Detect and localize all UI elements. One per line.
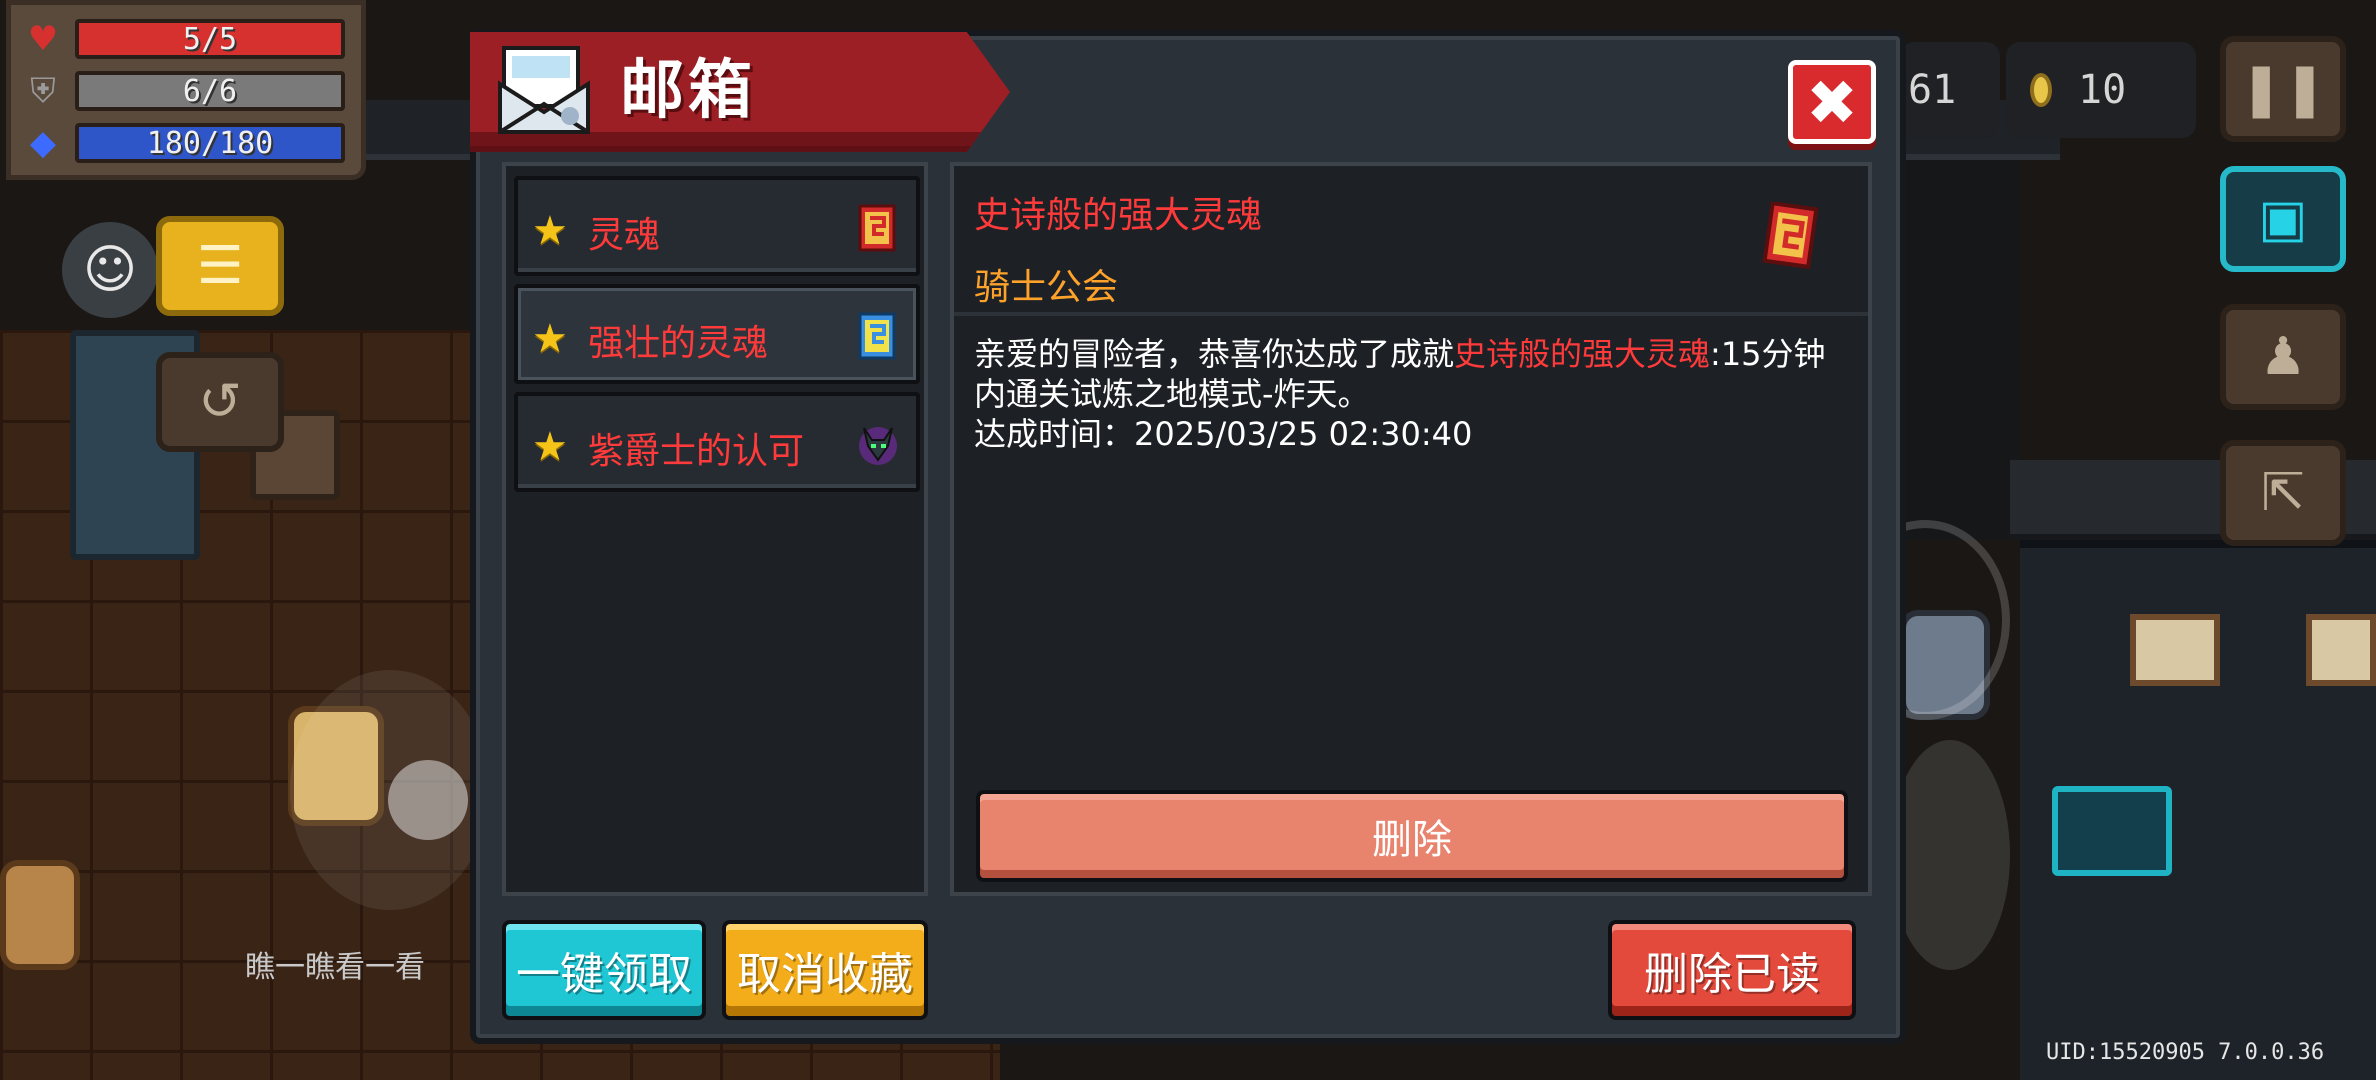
wall-certificate-frame-2 — [2306, 614, 2376, 686]
red-soul-card-icon — [1762, 202, 1819, 270]
mail-item-strong-soul[interactable]: ★ 强壮的灵魂 — [514, 284, 920, 384]
gem-counter: 61 — [1900, 42, 2000, 138]
star-icon: ★ — [532, 424, 568, 470]
player-stats-panel: ♥ 5/5 ⛨ 6/6 ◆ 180/180 — [6, 0, 366, 180]
mail-item-label: 强壮的灵魂 — [588, 323, 769, 364]
mail-detail-header: 史诗般的强大灵魂 骑士公会 — [954, 166, 1868, 316]
armor-text: 6/6 — [182, 73, 238, 109]
mail-list-panel[interactable]: ★ 灵魂 ★ 强壮的灵魂 ★ 紫爵士的认可 — [502, 162, 928, 896]
mail-body-text: 亲爱的冒险者，恭喜你达成了成就 — [974, 335, 1455, 373]
blue-soul-card-icon — [858, 312, 896, 360]
close-icon: ✖ — [1806, 65, 1858, 139]
mail-body-achievement: 史诗般的强大灵魂 — [1454, 335, 1711, 373]
map-icon: ☰ — [196, 236, 244, 296]
energy-row: ◆ 180/180 — [23, 117, 349, 169]
map-button[interactable]: ☰ — [156, 216, 284, 316]
armor-row: ⛨ 6/6 — [23, 65, 349, 117]
joystick-knob[interactable] — [388, 760, 468, 840]
energy-crystal-icon: ◆ — [29, 123, 57, 163]
hp-row: ♥ 5/5 — [23, 13, 349, 65]
close-button[interactable]: ✖ — [1788, 60, 1876, 144]
mail-envelope-icon — [498, 46, 590, 134]
uid-version-label: UID:15520905 7.0.0.36 — [2046, 1040, 2325, 1065]
profile-button[interactable]: ♟ — [2220, 304, 2346, 410]
mailbox-dialog: 邮箱 ✖ ★ 灵魂 ★ 强壮的灵魂 ★ 紫爵士的认可 史诗般的强大灵魂 骑士公会… — [470, 30, 1906, 1044]
person-icon: ♟ — [2259, 327, 2307, 387]
energy-bar: 180/180 — [75, 123, 345, 163]
delete-read-button[interactable]: 删除已读 — [1608, 920, 1856, 1020]
unfavorite-button[interactable]: 取消收藏 — [722, 920, 928, 1020]
doorway-shadow — [1900, 160, 2020, 540]
hint-text: 瞧一瞧看一看 — [245, 950, 425, 985]
mailbox-title-banner: 邮箱 — [470, 32, 1010, 152]
swap-icon: ↺ — [198, 372, 242, 432]
energy-text: 180/180 — [146, 125, 274, 161]
delete-button[interactable]: 删除 — [976, 790, 1848, 882]
mail-item-soul[interactable]: ★ 灵魂 — [514, 176, 920, 276]
dog-character — [0, 860, 80, 970]
coin-counter: 10 — [2006, 42, 2196, 138]
star-icon: ★ — [532, 316, 568, 362]
red-soul-card-icon — [858, 204, 896, 252]
stairs-button[interactable]: ⇱ — [2220, 440, 2346, 546]
hp-bar: 5/5 — [75, 19, 345, 59]
gamepad-icon: ▣ — [2258, 189, 2308, 249]
mail-achieved-time: 达成时间：2025/03/25 02:30:40 — [974, 415, 1473, 453]
claim-all-button[interactable]: 一键领取 — [502, 920, 706, 1020]
attack-button[interactable] — [1890, 740, 2010, 970]
mail-sender: 骑士公会 — [974, 267, 1119, 308]
purple-knight-helmet-icon — [859, 427, 897, 465]
mailbox-title: 邮箱 — [620, 54, 756, 128]
coin-count: 10 — [2078, 67, 2127, 113]
mail-detail-panel: 史诗般的强大灵魂 骑士公会 亲爱的冒险者，恭喜你达成了成就史诗般的强大灵魂:15… — [950, 162, 1872, 896]
gem-count: 61 — [1908, 67, 1957, 113]
coin-icon — [2030, 73, 2052, 107]
emote-button[interactable]: ☺ — [62, 222, 158, 318]
wall-certificate-frame — [2130, 614, 2220, 686]
smiley-icon: ☺ — [82, 240, 138, 300]
mail-item-label: 灵魂 — [588, 215, 661, 256]
mail-item-label: 紫爵士的认可 — [588, 431, 805, 472]
mail-subject: 史诗般的强大灵魂 — [974, 195, 1263, 236]
controller-button[interactable]: ▣ — [2220, 166, 2346, 272]
swap-button[interactable]: ↺ — [156, 352, 284, 452]
hp-text: 5/5 — [182, 21, 238, 57]
mail-item-purple-knight-approval[interactable]: ★ 紫爵士的认可 — [514, 392, 920, 492]
heart-icon: ♥ — [27, 19, 59, 59]
pause-icon: ❚❚ — [2239, 59, 2327, 119]
tv-monster-prop — [2052, 786, 2172, 876]
mail-body: 亲爱的冒险者，恭喜你达成了成就史诗般的强大灵魂:15分钟内通关试炼之地模式-炸天… — [974, 334, 1854, 454]
pause-button[interactable]: ❚❚ — [2220, 36, 2346, 142]
armor-bar: 6/6 — [75, 71, 345, 111]
shield-icon: ⛨ — [30, 71, 56, 111]
stairs-icon: ⇱ — [2261, 463, 2305, 523]
star-icon: ★ — [532, 208, 568, 254]
